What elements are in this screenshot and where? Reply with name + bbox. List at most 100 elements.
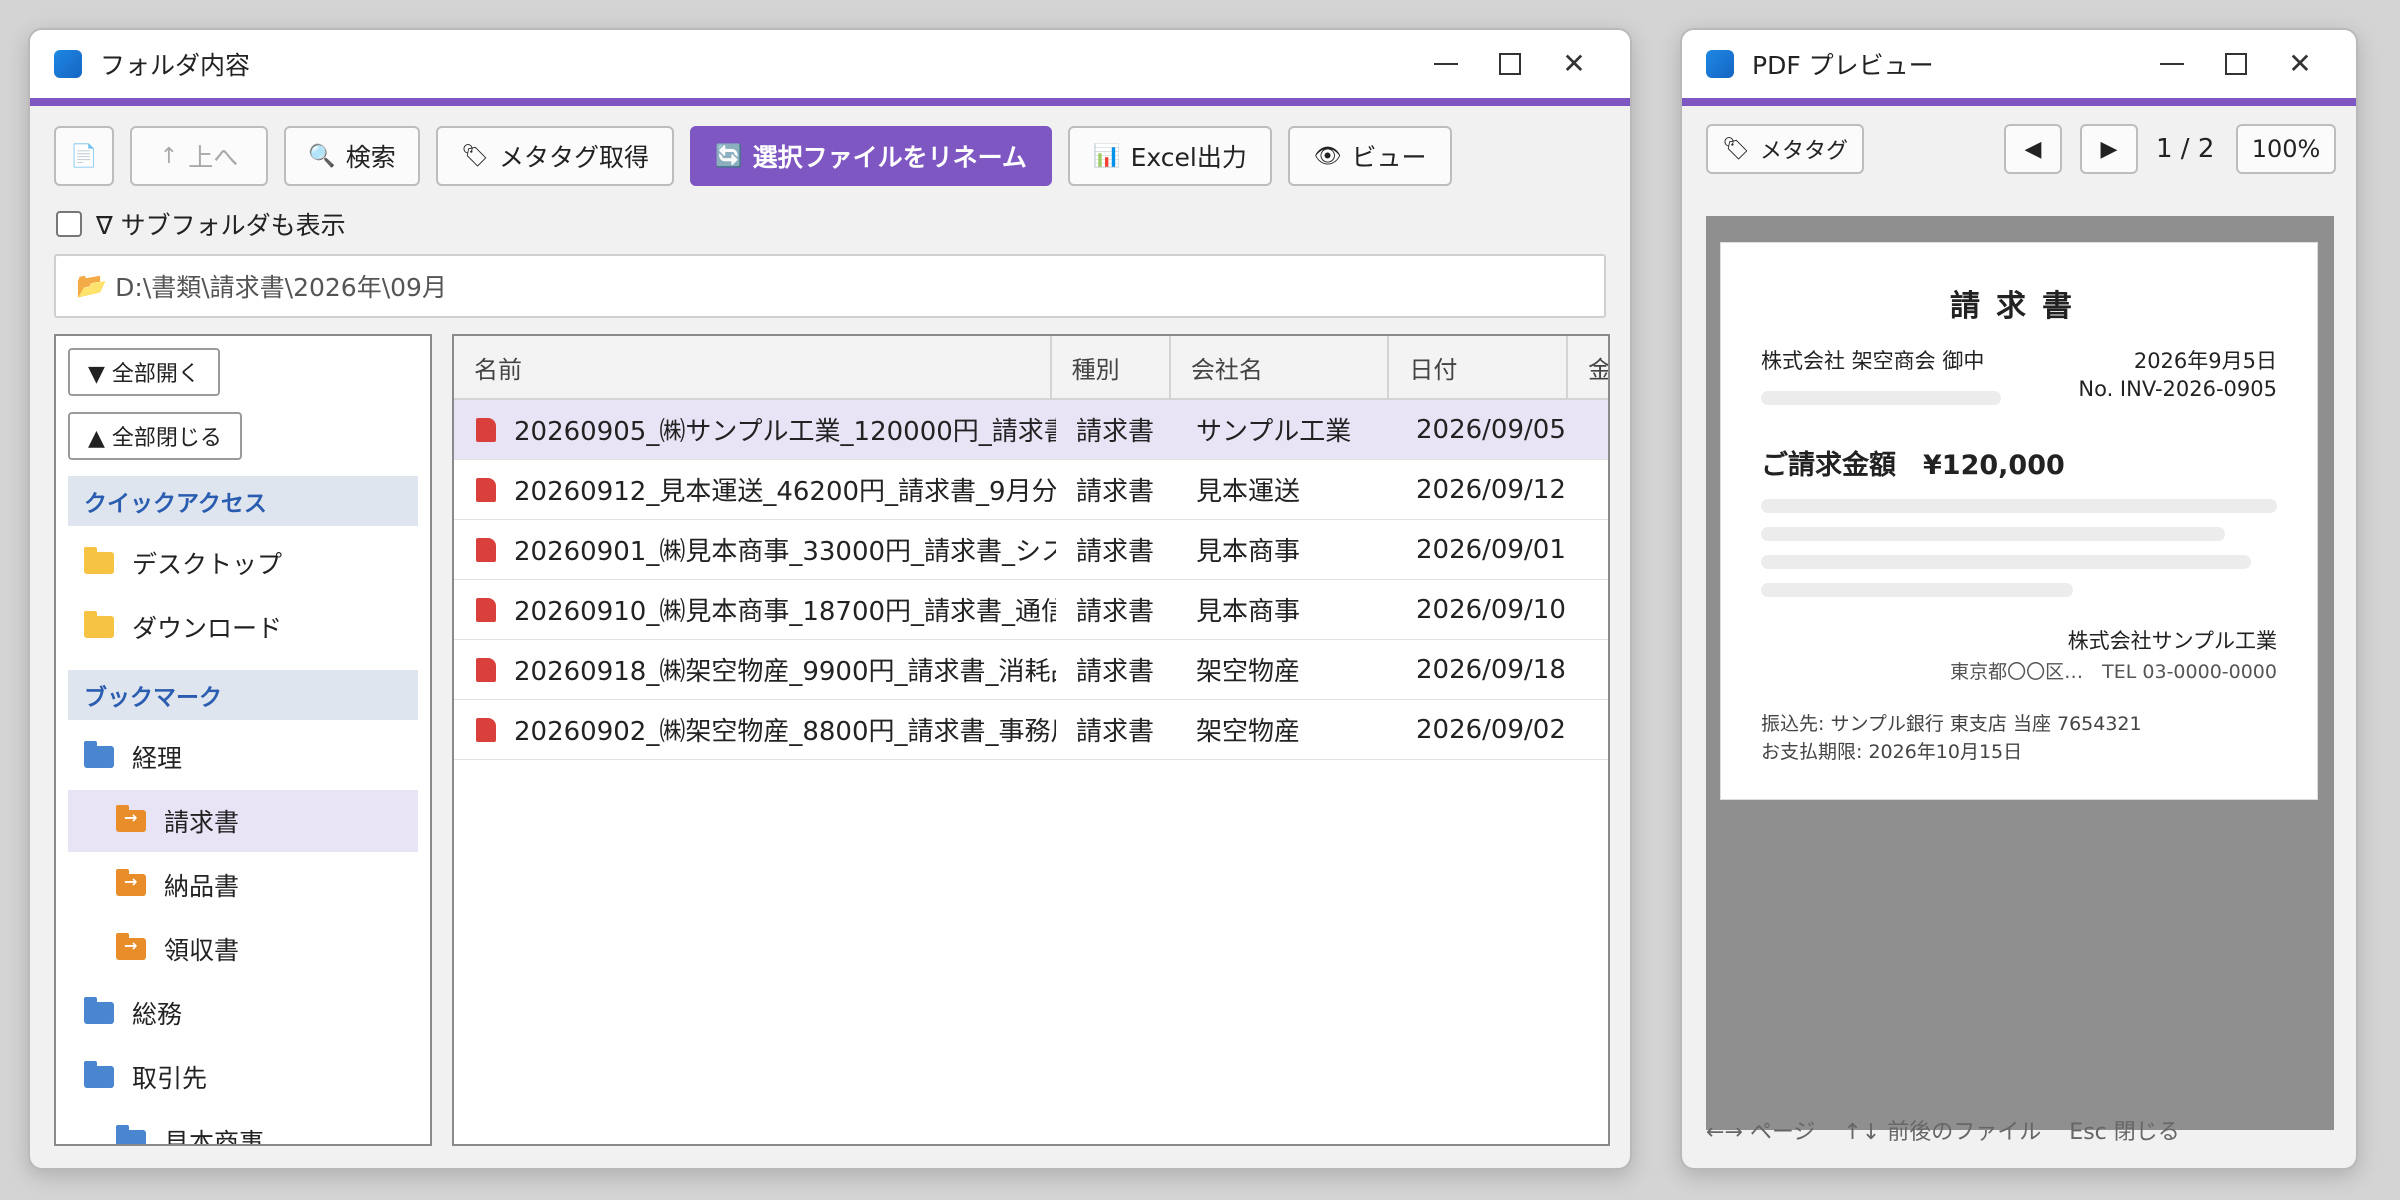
document-bank: 振込先: サンプル銀行 東支店 当座 7654321 (1761, 713, 2142, 735)
get-metatag-button[interactable]: 🏷 メタタグ取得 (436, 126, 674, 186)
file-kind: 請求書 (1076, 417, 1155, 447)
tag-icon: 🏷 (1722, 136, 1750, 162)
sidebar-item-downloads[interactable]: ダウンロード (68, 596, 418, 658)
view-button[interactable]: 👁 ビュー (1288, 126, 1452, 186)
document-recipient: 株式会社 架空商会 御中 (1761, 349, 1985, 373)
sidebar-item-receipts[interactable]: 領収書 (68, 918, 418, 980)
file-name: 20260902_㈱架空物産_8800円_請求書_事務用 (514, 717, 1056, 747)
file-name: 20260901_㈱見本商事_33000円_請求書_シス (514, 537, 1056, 567)
folder-contents-window: フォルダ内容 ✕ 📄 ↑ 上へ 🔍 検索 🏷 メタタグ取得 🔄 選択ファイルをリ… (28, 28, 1632, 1170)
up-button[interactable]: ↑ 上へ (130, 126, 268, 186)
file-date: 2026/09/10 (1416, 594, 1566, 625)
sidebar-item-invoices[interactable]: 請求書 (68, 790, 418, 852)
pdf-viewport[interactable]: 請求書 株式会社 架空商会 御中 2026年9月5日 No. INV-2026-… (1706, 216, 2334, 1130)
column-header-amount[interactable]: 金 (1568, 336, 1608, 398)
sidebar-item-delivery-notes[interactable]: 納品書 (68, 854, 418, 916)
app-icon (1706, 50, 1734, 78)
folder-shortcut-icon (116, 933, 146, 960)
document-issuer: 株式会社サンプル工業 (2067, 629, 2277, 653)
sidebar-item-mihon-shoji[interactable]: 見本商事 (68, 1110, 418, 1144)
column-header-company[interactable]: 会社名 (1171, 336, 1390, 398)
document-icon: 📄 (70, 143, 98, 169)
folder-tree-sidebar: ▼ 全部開く ▲ 全部閉じる クイックアクセス デスクトップ ダウンロード ブッ… (54, 334, 432, 1146)
maximize-button[interactable] (1478, 30, 1542, 98)
pdf-toolbar: 🏷 メタタグ ◀ ▶ 1 / 2 100% (1706, 124, 2336, 174)
window-title: PDF プレビュー (1752, 51, 1934, 80)
file-kind: 請求書 (1076, 657, 1155, 687)
folder-icon (84, 1061, 114, 1088)
column-header-name[interactable]: 名前 (454, 336, 1052, 398)
current-path: D:\書類\請求書\2026年\09月 (115, 273, 447, 302)
file-date: 2026/09/18 (1416, 654, 1566, 685)
folder-shortcut-icon (116, 869, 146, 896)
path-bar[interactable]: 📂 D:\書類\請求書\2026年\09月 (54, 254, 1606, 318)
table-row[interactable]: 20260918_㈱架空物産_9900円_請求書_消耗品 請求書 架空物産 20… (454, 640, 1608, 700)
show-subfolders-checkbox[interactable] (56, 211, 82, 237)
text-placeholder (1761, 555, 2251, 569)
sidebar-item-desktop[interactable]: デスクトップ (68, 532, 418, 594)
file-kind: 請求書 (1076, 537, 1155, 567)
maximize-icon (2225, 53, 2247, 75)
minimize-button[interactable] (1414, 30, 1478, 98)
sidebar-item-clients[interactable]: 取引先 (68, 1046, 418, 1108)
file-date: 2026/09/01 (1416, 534, 1566, 565)
file-company: 架空物産 (1196, 717, 1301, 747)
minimize-button[interactable] (2140, 30, 2204, 98)
folder-icon (116, 1125, 146, 1144)
pdf-body: 🏷 メタタグ ◀ ▶ 1 / 2 100% 請求書 株式会社 架空商会 御中 2… (1682, 106, 2356, 1168)
text-placeholder (1761, 527, 2225, 541)
zoom-level[interactable]: 100% (2236, 124, 2336, 174)
column-header-date[interactable]: 日付 (1389, 336, 1569, 398)
file-date: 2026/09/12 (1416, 474, 1566, 505)
open-folder-icon: 📂 (76, 271, 108, 300)
show-subfolders-toggle[interactable]: ∇ サブフォルダも表示 (56, 206, 346, 242)
folder-icon (84, 611, 114, 638)
document-amount: ご請求金額 ¥120,000 (1761, 450, 2065, 481)
sidebar-item-accounting[interactable]: 経理 (68, 726, 418, 788)
close-button[interactable]: ✕ (2268, 30, 2332, 98)
text-placeholder (1761, 391, 2001, 405)
minimize-icon (1434, 63, 1458, 65)
arrow-up-icon: ↑ (159, 143, 179, 169)
hint-page: ←→ ページ (1706, 1120, 1816, 1145)
document-issuer-contact: 東京都〇〇区… TEL 03-0000-0000 (1950, 661, 2277, 683)
document-number: No. INV-2026-0905 (2078, 377, 2277, 401)
pdf-page: 請求書 株式会社 架空商会 御中 2026年9月5日 No. INV-2026-… (1720, 242, 2318, 800)
file-kind: 請求書 (1076, 717, 1155, 747)
hint-close: Esc 閉じる (2069, 1120, 2180, 1145)
table-row[interactable]: 20260910_㈱見本商事_18700円_請求書_通信 請求書 見本商事 20… (454, 580, 1608, 640)
title-bar[interactable]: PDF プレビュー ✕ (1682, 30, 2356, 106)
eye-icon: 👁 (1313, 143, 1342, 169)
file-company: 架空物産 (1196, 657, 1301, 687)
pdf-file-icon (476, 417, 496, 442)
new-file-button[interactable]: 📄 (54, 126, 114, 186)
file-name: 20260905_㈱サンプル工業_120000円_請求書 (514, 417, 1056, 447)
next-page-button[interactable]: ▶ (2080, 124, 2138, 174)
table-row[interactable]: 20260902_㈱架空物産_8800円_請求書_事務用 請求書 架空物産 20… (454, 700, 1608, 760)
close-icon: ✕ (1562, 47, 1586, 80)
file-name: 20260918_㈱架空物産_9900円_請求書_消耗品 (514, 657, 1056, 687)
search-button[interactable]: 🔍 検索 (284, 126, 420, 186)
quick-access-header: クイックアクセス (68, 476, 418, 526)
bookmarks-header: ブックマーク (68, 670, 418, 720)
table-row[interactable]: 20260905_㈱サンプル工業_120000円_請求書 請求書 サンプル工業 … (454, 400, 1608, 460)
triangle-right-icon: ▶ (2100, 136, 2118, 162)
pdf-file-icon (476, 717, 496, 742)
sidebar-item-general-affairs[interactable]: 総務 (68, 982, 418, 1044)
collapse-all-button[interactable]: ▲ 全部閉じる (68, 412, 242, 460)
excel-export-button[interactable]: 📊 Excel出力 (1068, 126, 1272, 186)
table-row[interactable]: 20260912_見本運送_46200円_請求書_9月分運 請求書 見本運送 2… (454, 460, 1608, 520)
rename-selected-button[interactable]: 🔄 選択ファイルをリネーム (690, 126, 1052, 186)
expand-all-button[interactable]: ▼ 全部開く (68, 348, 220, 396)
metatag-button[interactable]: 🏷 メタタグ (1706, 124, 1864, 174)
close-button[interactable]: ✕ (1542, 30, 1606, 98)
column-header-kind[interactable]: 種別 (1052, 336, 1171, 398)
maximize-button[interactable] (2204, 30, 2268, 98)
document-title: 請求書 (1950, 289, 2088, 324)
prev-page-button[interactable]: ◀ (2004, 124, 2062, 174)
file-kind: 請求書 (1076, 597, 1155, 627)
keyboard-hints: ←→ ページ ↑↓ 前後のファイル Esc 閉じる (1706, 1114, 2180, 1146)
table-row[interactable]: 20260901_㈱見本商事_33000円_請求書_シス 請求書 見本商事 20… (454, 520, 1608, 580)
page-indicator: 1 / 2 (2156, 134, 2215, 164)
title-bar[interactable]: フォルダ内容 ✕ (30, 30, 1630, 106)
